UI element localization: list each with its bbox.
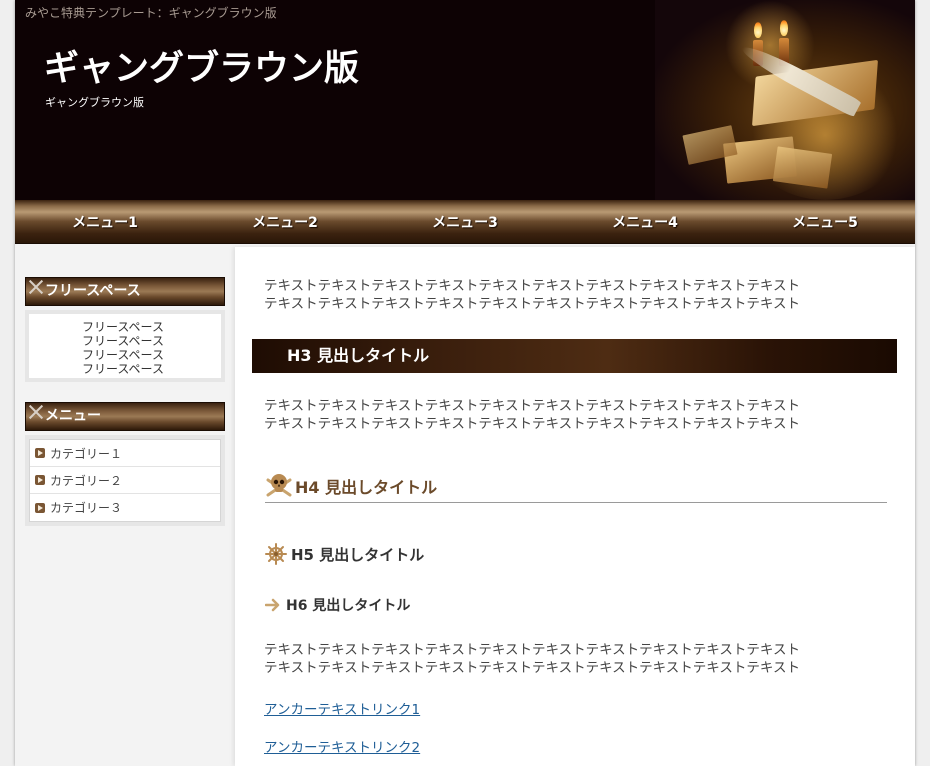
category-list: カテゴリー１ カテゴリー２ カテゴリー３ xyxy=(29,439,221,522)
header-top-strip: みやこ特典テンプレート：ギャングブラウン版 xyxy=(25,6,277,20)
nav-item-menu1[interactable]: メニュー1 xyxy=(15,200,195,243)
paragraph-line: テキストテキストテキストテキストテキストテキストテキストテキストテキストテキスト xyxy=(264,398,800,414)
skull-crossbones-icon xyxy=(266,473,292,496)
category-label: カテゴリー３ xyxy=(50,501,123,515)
play-bullet-icon xyxy=(35,475,45,485)
sidebar-title-label: メニュー xyxy=(45,408,101,424)
arrow-right-icon xyxy=(265,598,280,612)
category-item-2[interactable]: カテゴリー２ xyxy=(30,467,220,494)
category-label: カテゴリー２ xyxy=(50,473,123,488)
category-label: カテゴリー１ xyxy=(50,446,123,461)
heading-h4: H4 見出しタイトル xyxy=(265,467,887,503)
anchor-link-1[interactable]: アンカーテキストリンク1 xyxy=(264,698,420,718)
anchor-link-2[interactable]: アンカーテキストリンク2 xyxy=(264,736,420,756)
free-space-line: フリースペース xyxy=(82,320,164,334)
free-space-line: フリースペース xyxy=(82,334,164,348)
play-bullet-icon xyxy=(35,502,45,513)
heading-h5-text: H5 見出しタイトル xyxy=(291,545,425,564)
nav-item-menu5[interactable]: メニュー5 xyxy=(735,200,915,243)
header-image-candles-books xyxy=(655,0,915,200)
heading-h4-text: H4 見出しタイトル xyxy=(295,477,438,497)
paragraph-line: テキストテキストテキストテキストテキストテキストテキストテキストテキストテキスト xyxy=(264,296,800,312)
sidebar-menu: メニュー カテゴリー１ カテゴリー２ カテゴリー３ xyxy=(25,402,225,526)
heading-h6: H6 見出しタイトル xyxy=(265,594,410,616)
heading-h6-text: H6 見出しタイトル xyxy=(286,598,411,614)
paragraph-1: テキストテキストテキストテキストテキストテキストテキストテキストテキストテキスト… xyxy=(264,277,864,313)
category-item-3[interactable]: カテゴリー３ xyxy=(30,494,220,521)
site-title[interactable]: ギャングブラウン版 xyxy=(44,40,359,91)
paragraph-line: テキストテキストテキストテキストテキストテキストテキストテキストテキストテキスト xyxy=(264,642,800,658)
sidebar-free-space: フリースペース フリースペース フリースペース フリースペース フリースペース xyxy=(25,277,225,382)
cross-icon xyxy=(28,404,44,420)
sidebar-title-free-space: フリースペース xyxy=(25,277,225,306)
category-item-1[interactable]: カテゴリー１ xyxy=(30,440,220,467)
heading-h5: H5 見出しタイトル xyxy=(265,542,424,566)
global-nav: メニュー1 メニュー2 メニュー3 メニュー4 メニュー5 xyxy=(15,200,915,244)
paragraph-line: テキストテキストテキストテキストテキストテキストテキストテキストテキストテキスト xyxy=(264,278,800,294)
header: みやこ特典テンプレート：ギャングブラウン版 ギャングブラウン版 ギャングブラウン… xyxy=(15,0,915,200)
ship-wheel-icon xyxy=(265,543,287,565)
nav-item-menu4[interactable]: メニュー4 xyxy=(555,200,735,243)
page: みやこ特典テンプレート：ギャングブラウン版 ギャングブラウン版 ギャングブラウン… xyxy=(15,0,915,766)
sidebar-title-label: フリースペース xyxy=(45,283,141,299)
cross-icon xyxy=(28,279,44,295)
free-space-body: フリースペース フリースペース フリースペース フリースペース xyxy=(25,310,225,382)
free-space-line: フリースペース xyxy=(82,362,164,376)
nav-item-menu3[interactable]: メニュー3 xyxy=(375,200,555,243)
site-subtitle: ギャングブラウン版 xyxy=(45,96,144,109)
menu-body: カテゴリー１ カテゴリー２ カテゴリー３ xyxy=(25,435,225,526)
heading-h3: H3 見出しタイトル xyxy=(252,339,897,373)
paragraph-3: テキストテキストテキストテキストテキストテキストテキストテキストテキストテキスト… xyxy=(264,641,864,677)
nav-item-menu2[interactable]: メニュー2 xyxy=(195,200,375,243)
paragraph-line: テキストテキストテキストテキストテキストテキストテキストテキストテキストテキスト xyxy=(264,416,800,432)
free-space-content: フリースペース フリースペース フリースペース フリースペース xyxy=(29,314,221,378)
main-content: テキストテキストテキストテキストテキストテキストテキストテキストテキストテキスト… xyxy=(235,247,915,766)
paragraph-2: テキストテキストテキストテキストテキストテキストテキストテキストテキストテキスト… xyxy=(264,397,864,433)
sidebar-title-menu: メニュー xyxy=(25,402,225,431)
free-space-line: フリースペース xyxy=(82,348,164,362)
play-bullet-icon xyxy=(35,448,45,458)
paragraph-line: テキストテキストテキストテキストテキストテキストテキストテキストテキストテキスト xyxy=(264,660,800,676)
